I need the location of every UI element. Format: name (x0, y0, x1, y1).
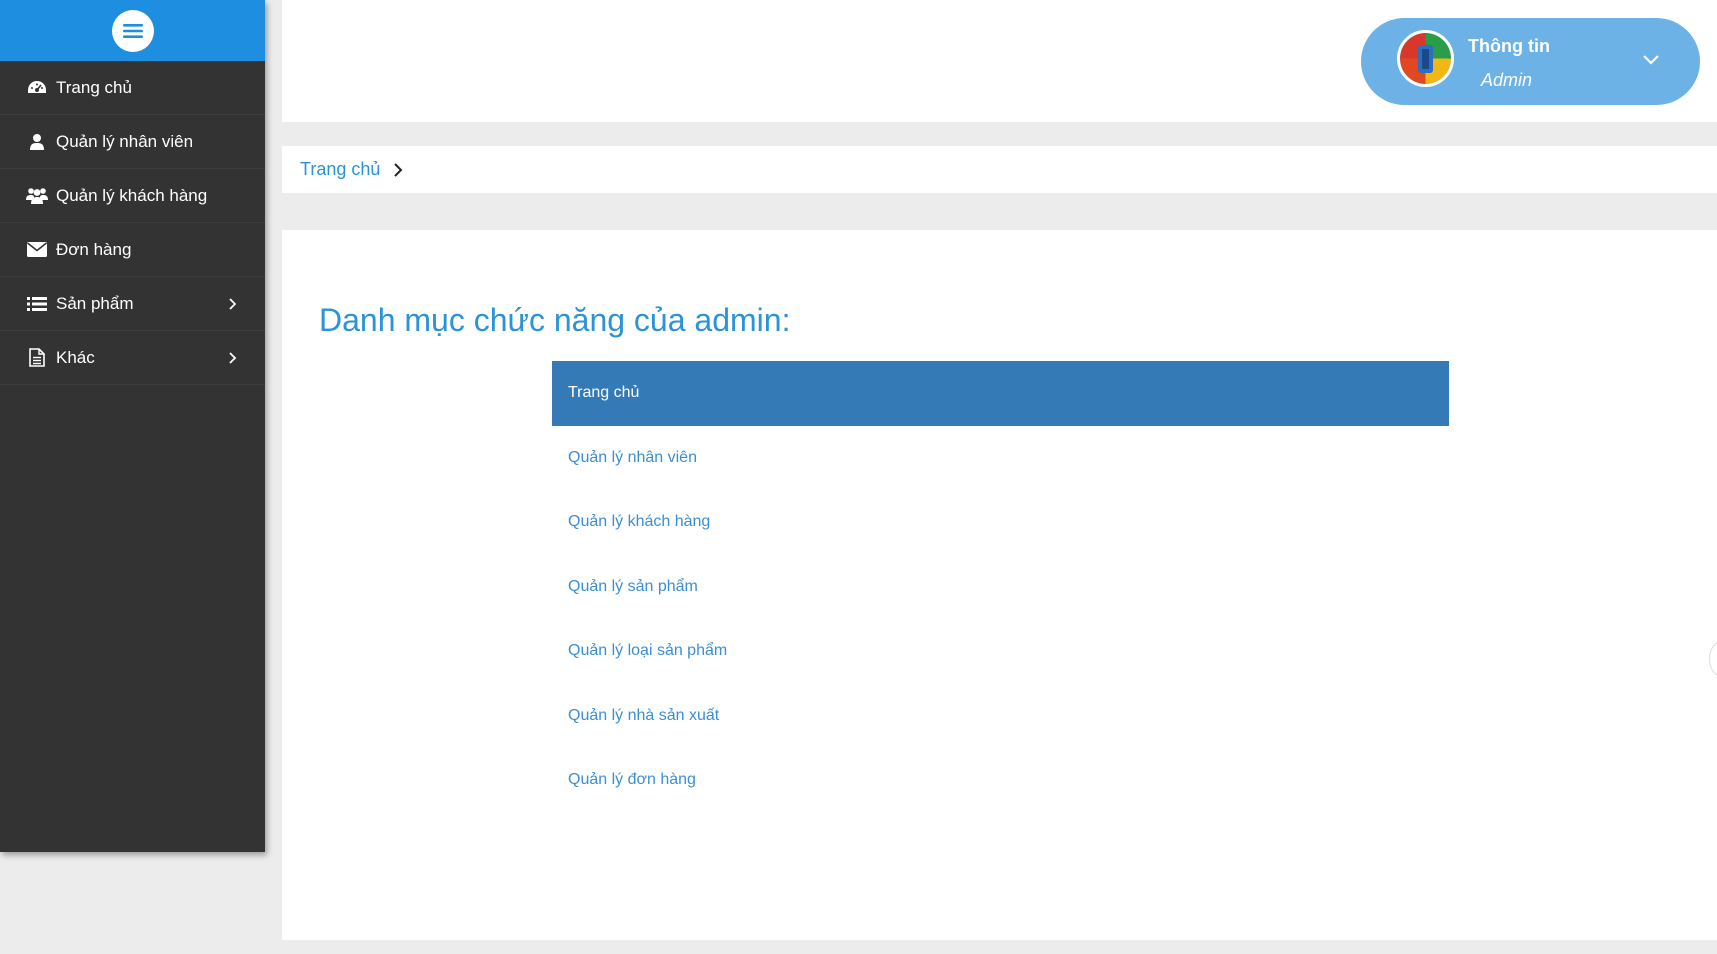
function-item-manufacturers[interactable]: Quản lý nhà sản xuất (552, 684, 1449, 749)
chevron-right-icon (229, 351, 237, 364)
function-item-employees[interactable]: Quản lý nhân viên (552, 426, 1449, 491)
menu-toggle-button[interactable] (111, 9, 154, 52)
document-icon (26, 347, 48, 369)
user-menu[interactable]: Thông tin Admin (1361, 18, 1700, 105)
sidebar: Trang chủ Quản lý nhân viên Quản lý khác… (0, 0, 265, 852)
users-icon (26, 185, 48, 207)
avatar (1397, 30, 1454, 87)
sidebar-header (0, 0, 265, 61)
chevron-down-icon (1643, 55, 1659, 65)
function-item-customers[interactable]: Quản lý khách hàng (552, 490, 1449, 555)
function-list: Trang chủ Quản lý nhân viên Quản lý khác… (552, 361, 1449, 813)
page-title: Danh mục chức năng của admin: (319, 302, 791, 338)
sidebar-item-label: Khác (56, 347, 95, 367)
main-panel: Danh mục chức năng của admin: Trang chủ … (282, 230, 1717, 940)
scroll-handle[interactable] (1709, 642, 1717, 676)
sidebar-item-label: Quản lý khách hàng (56, 185, 208, 205)
sidebar-item-label: Trang chủ (56, 77, 132, 97)
sidebar-item-label: Đơn hàng (56, 239, 132, 259)
user-title: Thông tin (1468, 36, 1550, 56)
sidebar-item-orders[interactable]: Đơn hàng (0, 223, 265, 277)
sidebar-item-label: Sản phẩm (56, 293, 134, 313)
breadcrumb-home-link[interactable]: Trang chủ (300, 159, 380, 180)
user-role: Admin (1481, 70, 1533, 90)
function-item-products[interactable]: Quản lý sản phẩm (552, 555, 1449, 620)
dashboard-icon (26, 77, 48, 99)
chevron-right-icon (394, 162, 403, 177)
function-item-orders[interactable]: Quản lý đơn hàng (552, 748, 1449, 813)
envelope-icon (26, 239, 48, 261)
chevron-right-icon (229, 297, 237, 310)
function-item-home[interactable]: Trang chủ (552, 361, 1449, 426)
breadcrumb: Trang chủ (282, 146, 1717, 193)
sidebar-item-other[interactable]: Khác (0, 331, 265, 385)
sidebar-item-home[interactable]: Trang chủ (0, 61, 265, 115)
sidebar-item-customers[interactable]: Quản lý khách hàng (0, 169, 265, 223)
user-icon (26, 131, 48, 153)
sidebar-item-label: Quản lý nhân viên (56, 131, 194, 151)
function-item-product-types[interactable]: Quản lý loại sản phẩm (552, 619, 1449, 684)
sidebar-item-products[interactable]: Sản phẩm (0, 277, 265, 331)
list-icon (26, 293, 48, 315)
hamburger-icon (122, 23, 143, 38)
sidebar-item-employees[interactable]: Quản lý nhân viên (0, 115, 265, 169)
